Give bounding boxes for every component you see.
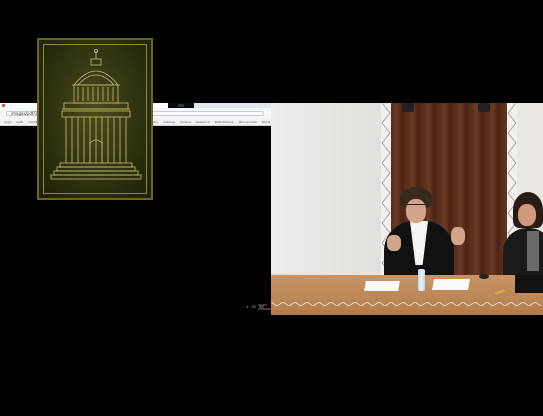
bookmark-item[interactable]: Portal [260, 119, 271, 125]
book-cover-image [37, 38, 153, 200]
speaker-1-hand-right [451, 227, 465, 245]
bookmark-item[interactable]: Catalog [161, 119, 177, 125]
bookmark-item[interactable]: Archive [178, 119, 193, 125]
panel-table [271, 275, 543, 315]
speaker-1-face [406, 199, 426, 223]
bookmark-item[interactable]: Lettr [14, 119, 25, 125]
wall-panel [271, 103, 383, 273]
water-bottle [418, 269, 425, 291]
paper-sheet [432, 279, 470, 290]
speaker-camera-feed [271, 103, 543, 315]
book-cover-frame [43, 44, 147, 194]
speaker-1-hand-left [387, 235, 401, 251]
speaker-2-scarf [527, 231, 539, 271]
bookmark-item[interactable]: Bibliothèque [213, 119, 236, 125]
speaker-2-face [518, 204, 536, 226]
loudspeaker-icon [478, 103, 490, 112]
tab-favicon-icon [2, 104, 5, 107]
bookmark-item[interactable]: Manuscripts [237, 119, 259, 125]
bookmark-item[interactable]: Apps [2, 119, 13, 125]
loudspeaker-icon [402, 103, 414, 112]
paper-sheet [364, 281, 400, 291]
laptop [515, 275, 543, 293]
computer-mouse [479, 274, 489, 279]
bookmark-item[interactable]: Research [194, 119, 212, 125]
table-edge-pattern-icon [271, 302, 542, 306]
speaker-1-glasses [407, 204, 425, 208]
tempietto-engraving-icon [50, 49, 142, 180]
new-tab-button[interactable] [178, 104, 184, 107]
